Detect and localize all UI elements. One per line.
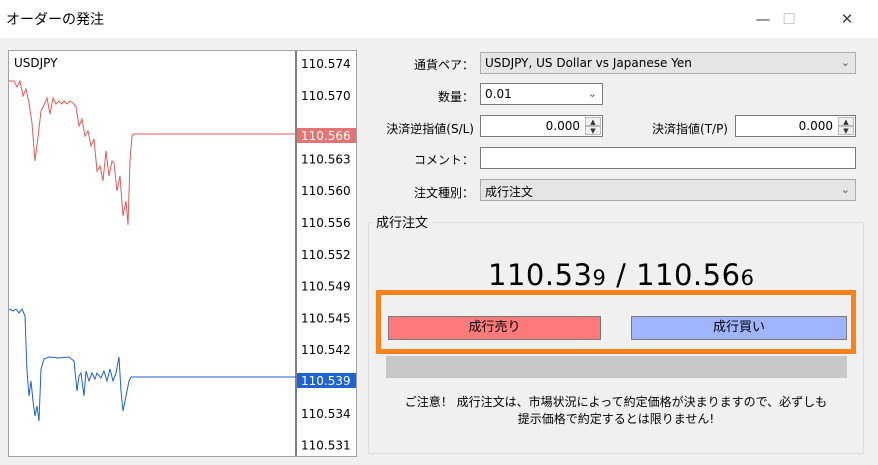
price-axis-label: 110.545 <box>301 311 351 325</box>
price-axis-label: 110.563 <box>301 152 351 166</box>
price-axis-label: 110.560 <box>301 184 351 198</box>
volume-value: 0.01 <box>485 87 512 101</box>
spin-down-icon[interactable]: ▼ <box>585 126 601 135</box>
order-type-label: 注文種別： <box>413 186 474 200</box>
price-axis-label: 110.549 <box>301 280 351 294</box>
close-button[interactable]: ✕ <box>832 6 862 32</box>
warning-note: ご注意！ 成行注文は、市場状況によって約定価格が決まりますので、必ずしも 提示価… <box>368 394 864 428</box>
ask-price: 110.56 <box>636 258 741 292</box>
take-profit-input[interactable]: 0.000 ▲ ▼ <box>735 115 856 137</box>
symbol-select[interactable]: USDJPY, US Dollar vs Japanese Yen ⌄ <box>480 52 856 74</box>
ask-price-line <box>9 79 296 226</box>
bid-price-line <box>9 308 296 422</box>
price-axis-label: 110.531 <box>301 439 351 453</box>
window-title: オーダーの発注 <box>6 12 104 28</box>
tick-chart: 110.574 110.570 110.563 110.560 110.556 110.5… <box>8 50 357 457</box>
volume-combo[interactable]: 0.01 ⌄ <box>480 83 603 105</box>
chevron-down-icon: ⌄ <box>587 87 597 100</box>
chart-svg: 110.574 110.570 110.563 110.560 110.556 110.5… <box>9 51 356 456</box>
volume-label: 数量： <box>437 90 474 104</box>
price-axis-label: 110.534 <box>301 407 351 421</box>
bid-price: 110.53 <box>488 258 593 292</box>
symbol-value: USDJPY, US Dollar vs Japanese Yen <box>485 56 692 70</box>
spin-down-icon[interactable]: ▼ <box>838 126 854 135</box>
quote-separator: / <box>606 258 637 292</box>
warning-line-2: 提示価格で約定するとは限りません! <box>517 412 715 426</box>
bid-price-marker: 110.539 <box>301 374 351 388</box>
price-axis-label: 110.570 <box>301 89 351 103</box>
warning-line-1: ご注意！ 成行注文は、市場状況によって約定価格が決まりますので、必ずしも <box>404 395 828 409</box>
status-bar <box>386 356 847 378</box>
sell-by-market-button[interactable]: 成行売り <box>388 316 601 340</box>
order-type-select[interactable]: 成行注文 ⌄ <box>480 179 856 201</box>
order-type-value: 成行注文 <box>485 185 534 199</box>
stop-loss-input[interactable]: 0.000 ▲ ▼ <box>480 115 603 137</box>
chevron-down-icon: ⌄ <box>840 183 850 196</box>
ask-price-pip: 6 <box>740 266 755 290</box>
price-axis-label: 110.552 <box>301 248 351 262</box>
comment-input[interactable] <box>480 147 856 169</box>
bid-price-pip: 9 <box>592 266 607 290</box>
symbol-label: 通貨ペア： <box>413 58 474 72</box>
maximize-button[interactable]: ☐ <box>774 6 804 32</box>
take-profit-label: 決済指値(T/P) <box>652 122 728 136</box>
price-axis-label: 110.556 <box>301 216 351 230</box>
title-bar: オーダーの発注 — ☐ ✕ <box>0 0 878 38</box>
chart-symbol: USDJPY <box>14 56 58 70</box>
spin-up-icon[interactable]: ▲ <box>838 117 854 126</box>
price-quote: 110.539 / 110.566 <box>488 258 754 292</box>
buy-by-market-button[interactable]: 成行買い <box>631 316 847 340</box>
stop-loss-value: 0.000 <box>545 119 580 133</box>
price-axis-label: 110.542 <box>301 343 351 357</box>
price-axis-label: 110.574 <box>301 57 351 71</box>
take-profit-value: 0.000 <box>798 119 833 133</box>
chevron-down-icon: ⌄ <box>840 56 850 69</box>
spin-up-icon[interactable]: ▲ <box>585 117 601 126</box>
ask-price-marker: 110.566 <box>301 129 351 143</box>
stop-loss-label: 決済逆指値(S/L) <box>386 122 474 136</box>
group-title: 成行注文 <box>372 212 433 231</box>
comment-label: コメント： <box>413 153 474 167</box>
